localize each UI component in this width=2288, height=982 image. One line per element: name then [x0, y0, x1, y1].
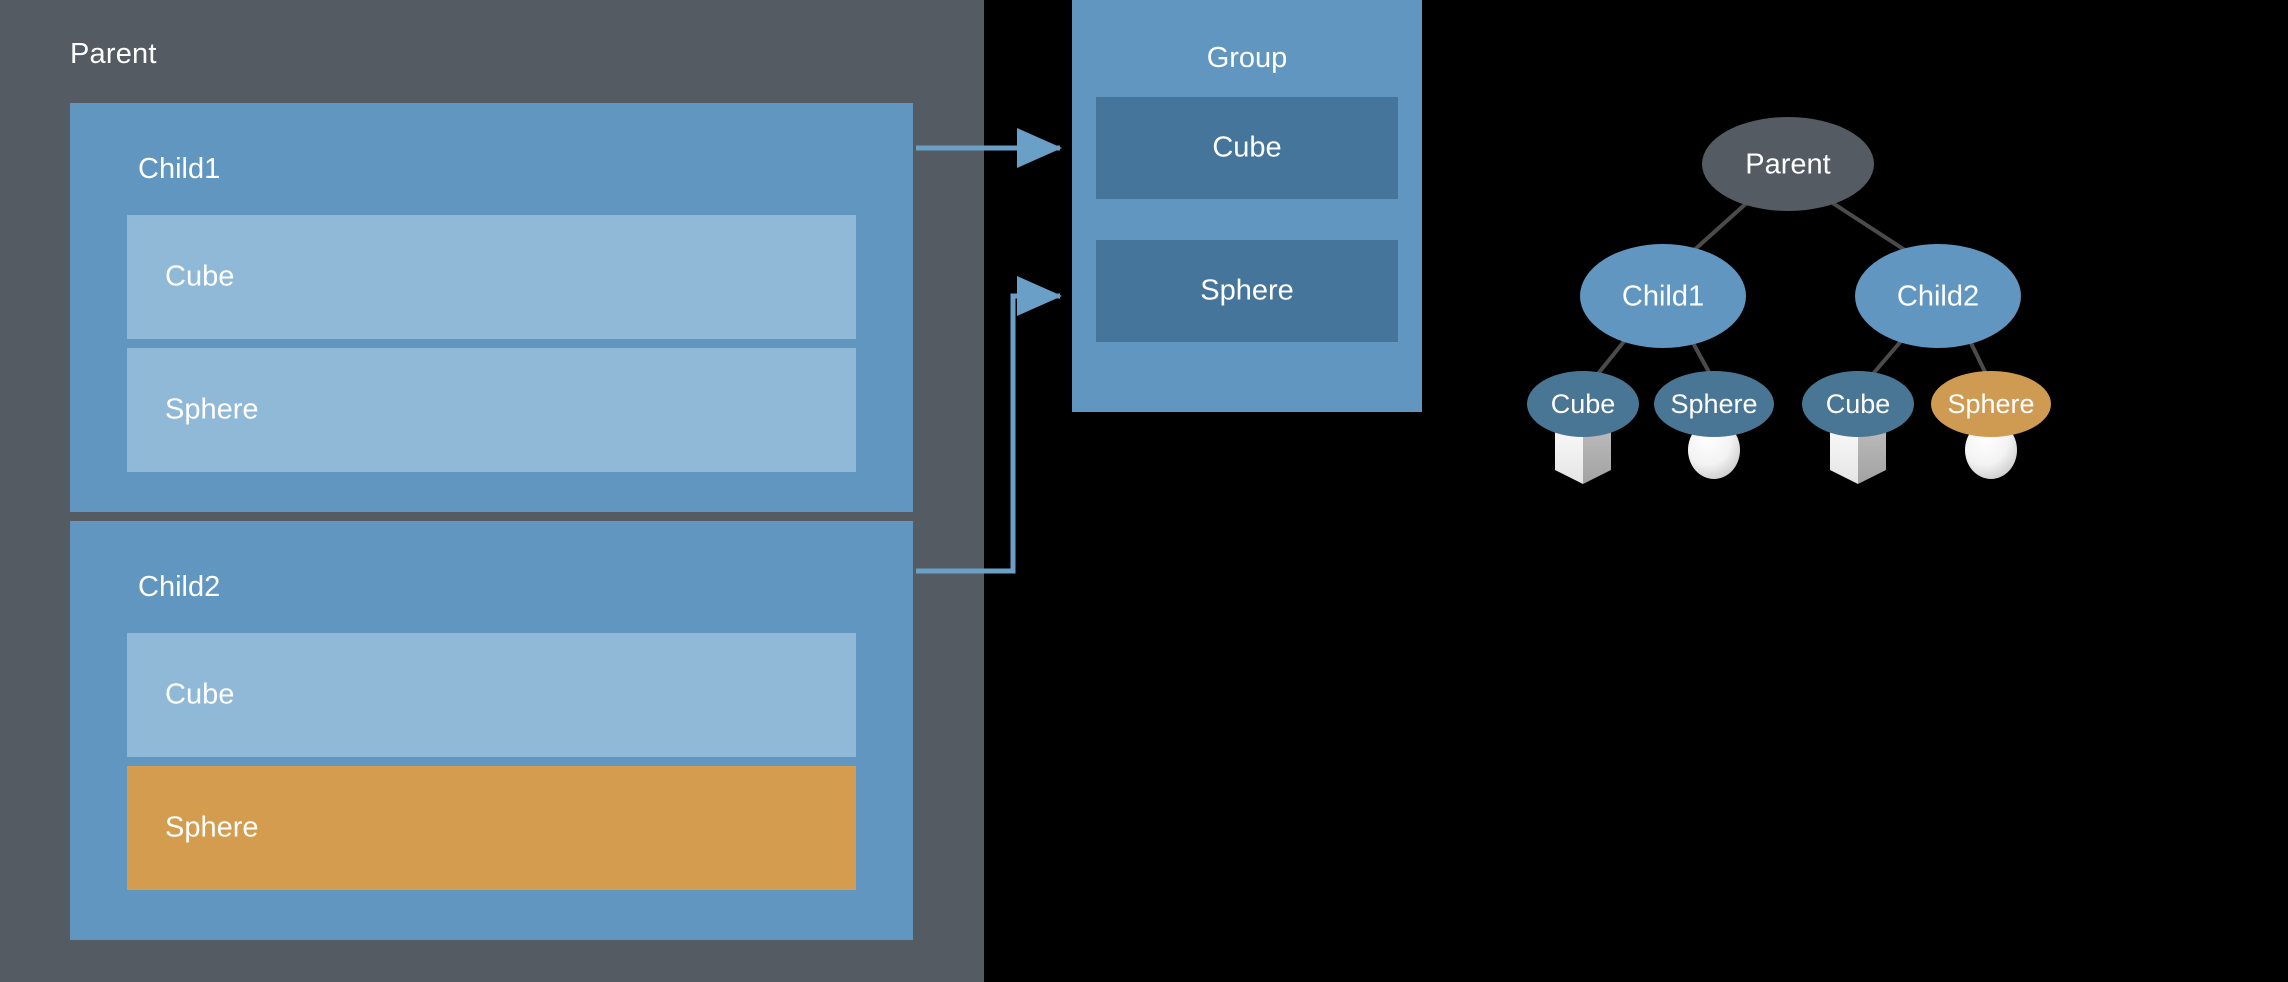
parent-panel[interactable]: Parent Child1 Cube Sphere Child2 Cube Sp… [0, 0, 984, 982]
tree-node-child2-label: Child2 [1897, 281, 1979, 313]
tree-node-child1-sphere-label: Sphere [1670, 389, 1757, 419]
tree-node-parent-label: Parent [1745, 149, 1830, 181]
tree-node-child1[interactable]: Child1 [1580, 244, 1746, 348]
child2-item-cube-label: Cube [165, 678, 235, 711]
child2-panel-title: Child2 [138, 571, 221, 603]
diagram-canvas: Parent Child1 Cube Sphere Child2 Cube Sp… [0, 0, 2288, 982]
tree-node-child1-sphere[interactable]: Sphere [1654, 371, 1774, 437]
group-panel-title: Group [1206, 42, 1288, 74]
tree-edge-child1-cube [1595, 337, 1628, 377]
tree-node-child1-label: Child1 [1622, 281, 1704, 313]
tree-edge-child2-sphere [1968, 340, 1988, 375]
tree-edge-child2-cube [1870, 338, 1904, 377]
parent-panel-title: Parent [70, 38, 157, 70]
tree-node-child1-cube[interactable]: Cube [1527, 371, 1639, 437]
child2-item-sphere[interactable]: Sphere [127, 766, 856, 890]
tree-edge-child1-sphere [1690, 340, 1712, 375]
tree-edge-parent-child1 [1690, 198, 1752, 254]
child1-panel[interactable]: Child1 Cube Sphere [70, 103, 913, 512]
group-item-sphere[interactable]: Sphere [1096, 240, 1398, 342]
child1-item-cube-label: Cube [165, 260, 235, 293]
tree-node-child1-cube-label: Cube [1551, 389, 1616, 419]
child2-panel[interactable]: Child2 Cube Sphere [70, 521, 913, 940]
child1-item-cube[interactable]: Cube [127, 215, 856, 339]
tree-node-child2[interactable]: Child2 [1855, 244, 2021, 348]
group-panel[interactable]: Group Cube Sphere [1072, 0, 1422, 412]
tree-node-child2-sphere[interactable]: Sphere [1931, 371, 2051, 437]
tree-node-child2-cube[interactable]: Cube [1802, 371, 1914, 437]
tree-node-child2-sphere-label: Sphere [1947, 389, 2034, 419]
group-item-cube-label: Cube [1212, 131, 1282, 164]
tree-edge-parent-child2 [1826, 198, 1910, 254]
child1-item-sphere[interactable]: Sphere [127, 348, 856, 472]
child2-item-sphere-label: Sphere [165, 811, 259, 844]
group-item-sphere-label: Sphere [1200, 274, 1294, 307]
group-item-cube[interactable]: Cube [1096, 97, 1398, 199]
child1-panel-title: Child1 [138, 153, 221, 185]
tree-node-child2-cube-label: Cube [1826, 389, 1891, 419]
tree-node-parent[interactable]: Parent [1702, 117, 1874, 211]
child2-item-cube[interactable]: Cube [127, 633, 856, 757]
child1-item-sphere-label: Sphere [165, 393, 259, 426]
scene-graph-tree: Parent Child1 Child2 Cube Sphere Cube Sp… [1527, 117, 2051, 484]
